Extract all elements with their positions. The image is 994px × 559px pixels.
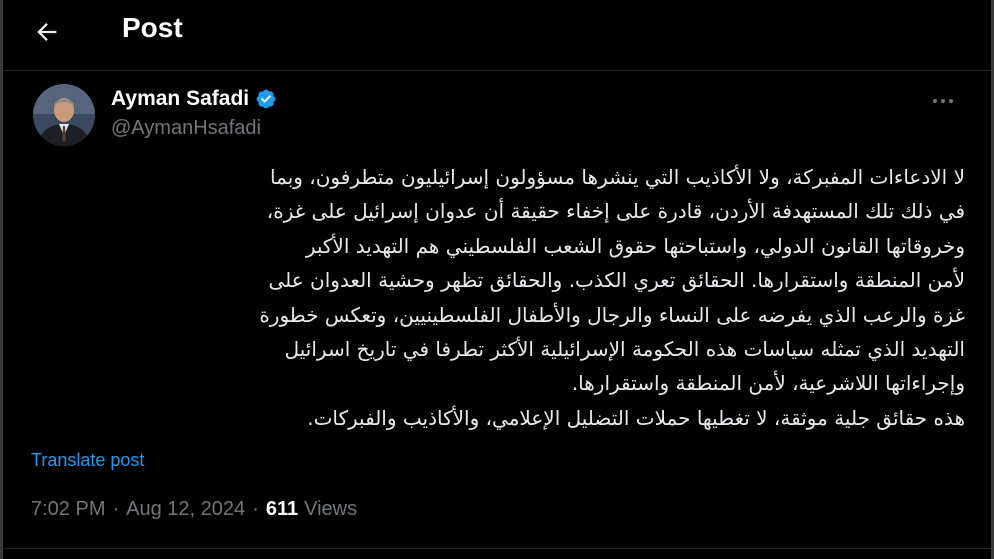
author-name[interactable]: Ayman Safadi [111, 87, 249, 111]
translate-post-link[interactable]: Translate post [31, 450, 144, 471]
separator-dot: · [112, 498, 120, 520]
back-button[interactable] [29, 14, 65, 50]
views-count[interactable]: 611 [266, 498, 298, 521]
post-meta: 7:02 PM · Aug 12, 2024 · 611 Views [31, 498, 357, 521]
divider [3, 70, 991, 71]
post-text: لا الادعاءات المفبركة، ولا الأكاذيب التي… [27, 160, 965, 435]
post-view: Post Ayman Safadi @AymanHsafadi لا الادع… [0, 0, 994, 559]
avatar[interactable] [33, 84, 95, 146]
more-options-button[interactable] [925, 89, 961, 113]
post-text-line: وإجراءاتها اللاشرعية، لأمن المنطقة واستق… [571, 371, 965, 396]
divider [3, 548, 991, 549]
post-text-line: لا الادعاءات المفبركة، ولا الأكاذيب التي… [270, 165, 965, 189]
author-name-row[interactable]: Ayman Safadi [111, 87, 277, 111]
post-text-line: هذه حقائق جلية موثقة، لا تغطيها حملات ال… [307, 405, 965, 430]
arrow-left-icon [37, 23, 57, 41]
page-title: Post [122, 12, 183, 43]
more-dots-icon [933, 99, 937, 103]
post-text-line: وخروقاتها القانون الدولي، واستباحتها حقو… [305, 233, 965, 258]
top-bar: Post [3, 0, 991, 62]
verified-badge-icon[interactable] [255, 88, 277, 110]
post-text-line: غزة والرعب الذي يفرضه على النساء والرجال… [259, 302, 965, 327]
post-text-line: في ذلك تلك المستهدفة الأردن، قادرة على إ… [266, 199, 965, 224]
post-text-line: التهديد الذي تمثله سياسات هذه الحكومة ال… [284, 337, 965, 362]
views-label[interactable]: Views [304, 498, 357, 521]
post-time[interactable]: 7:02 PM [31, 498, 105, 521]
post-date[interactable]: Aug 12, 2024 [126, 498, 245, 521]
author-handle[interactable]: @AymanHsafadi [111, 117, 261, 140]
post-text-line: لأمن المنطقة واستقرارها. الحقائق تعري ال… [268, 268, 965, 293]
separator-dot: · [252, 498, 259, 520]
